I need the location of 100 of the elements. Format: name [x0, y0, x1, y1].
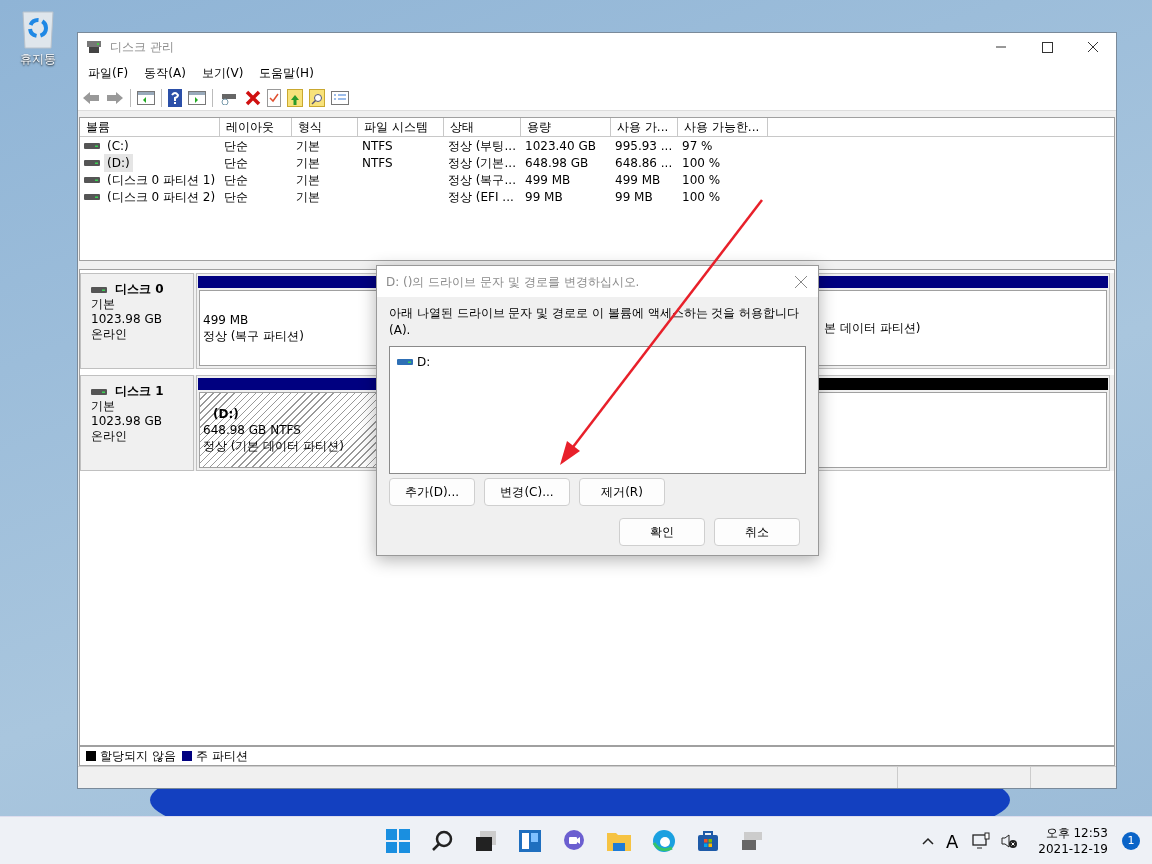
- muted-speaker-icon[interactable]: [1000, 832, 1019, 850]
- folder-icon[interactable]: [606, 830, 632, 852]
- dialog-button[interactable]: 제거(R): [579, 478, 665, 506]
- dialog-button[interactable]: 취소: [714, 518, 800, 546]
- column-header[interactable]: 볼륨: [80, 118, 220, 137]
- menu-item[interactable]: 동작(A): [138, 64, 192, 82]
- partition-block[interactable]: 499 MB 정상 (복구 파티션): [199, 290, 377, 366]
- partition-text: 499 MB: [203, 312, 250, 328]
- column-header[interactable]: 레이아웃: [220, 118, 292, 137]
- legend-label: 할당되지 않음: [100, 748, 176, 765]
- table-cell-text: 100 %: [682, 188, 721, 206]
- checklist-icon[interactable]: [267, 88, 281, 107]
- column-header[interactable]: 상태: [444, 118, 521, 137]
- table-cell-text: 499 MB: [525, 171, 571, 189]
- forward-arrow-icon[interactable]: [106, 90, 124, 105]
- table-cell-text: 100 %: [682, 154, 721, 172]
- clock-date[interactable]: 2021-12-19: [1038, 841, 1108, 857]
- disk-drive-icon: [86, 40, 102, 54]
- input-method-indicator[interactable]: A: [945, 827, 959, 855]
- column-header[interactable]: 사용 가능한...: [678, 118, 768, 137]
- table-cell-text: 995.93 ...: [615, 137, 673, 155]
- partition-text: 정상 (기본 데이터 파티션): [203, 438, 345, 454]
- table-cell-text: 정상 (EFI ...: [448, 188, 514, 206]
- widgets-icon[interactable]: [518, 829, 542, 853]
- help-icon[interactable]: [168, 88, 182, 107]
- back-arrow-icon[interactable]: [82, 90, 100, 105]
- drive-icon: [84, 175, 100, 184]
- legend-label: 주 파티션: [195, 748, 248, 765]
- drive-icon: [91, 387, 107, 396]
- dialog-button[interactable]: 추가(D)...: [389, 478, 475, 506]
- store-icon[interactable]: [696, 829, 720, 853]
- volume-name[interactable]: (디스크 0 파티션 2): [104, 187, 219, 206]
- delete-icon[interactable]: [245, 89, 261, 106]
- table-cell-text: 단순: [224, 154, 248, 172]
- chat-icon[interactable]: [562, 829, 586, 853]
- partition-block[interactable]: (D:) 648.98 GB NTFS 정상 (기본 데이터 파티션): [199, 392, 377, 468]
- column-header[interactable]: 파일 시스템: [358, 118, 444, 137]
- table-cell-text: 499 MB: [615, 171, 661, 189]
- partition-text: 본 데이터 파티션): [824, 320, 922, 336]
- partition-text: 648.98 GB NTFS: [203, 422, 302, 438]
- dialog-title: D: ()의 드라이브 문자 및 경로를 변경하십시오.: [386, 273, 641, 291]
- start-button-icon[interactable]: [386, 829, 410, 853]
- menu-item[interactable]: 보기(V): [195, 64, 250, 82]
- table-cell-text: 648.98 GB: [525, 154, 589, 172]
- column-header[interactable]: 형식: [292, 118, 358, 137]
- drive-icon: [84, 141, 100, 150]
- disk-size: 1023.98 GB: [91, 414, 163, 429]
- menu-item[interactable]: 파일(F): [82, 64, 135, 82]
- path-item[interactable]: D:: [396, 353, 432, 371]
- window-title: 디스크 관리: [110, 39, 174, 56]
- disk-size: 1023.98 GB: [91, 312, 163, 327]
- console-tree-icon[interactable]: [137, 90, 155, 105]
- volume-name[interactable]: (디스크 0 파티션 1): [104, 170, 219, 189]
- column-header[interactable]: 용량: [521, 118, 611, 137]
- table-cell-text: 단순: [224, 171, 248, 189]
- table-cell-text: 1023.40 GB: [525, 137, 596, 155]
- action-pane-icon[interactable]: [188, 90, 206, 105]
- table-cell-text: 100 %: [682, 171, 721, 189]
- table-cell-text: 97 %: [682, 137, 713, 155]
- dialog-button[interactable]: 변경(C)...: [484, 478, 570, 506]
- volume-name[interactable]: (C:): [104, 136, 132, 155]
- up-arrow-folder-icon[interactable]: [287, 88, 303, 107]
- drive-icon: [397, 358, 413, 366]
- task-view-icon[interactable]: [474, 829, 498, 853]
- table-cell-text: 기본: [296, 137, 320, 155]
- disk-status: 온라인: [91, 429, 128, 444]
- disk-type: 기본: [91, 399, 116, 414]
- notification-badge[interactable]: 1: [1122, 832, 1140, 850]
- table-cell-text: 기본: [296, 171, 320, 189]
- partition-text: 정상 (복구 파티션): [203, 328, 305, 344]
- close-icon[interactable]: [794, 274, 808, 289]
- table-cell-text: 정상 (복구...: [448, 171, 516, 189]
- disk-info-panel[interactable]: 디스크 1 기본 1023.98 GB 온라인: [80, 375, 194, 471]
- disk-name: 디스크 1: [115, 384, 164, 399]
- search-icon[interactable]: [430, 829, 454, 853]
- table-cell-text: 99 MB: [525, 188, 563, 206]
- volume-name[interactable]: (D:): [104, 153, 133, 172]
- disk-info-panel[interactable]: 디스크 0 기본 1023.98 GB 온라인: [80, 273, 194, 369]
- dialog-button[interactable]: 확인: [619, 518, 705, 546]
- table-cell-text: 정상 (부팅...: [448, 137, 516, 155]
- table-cell-text: NTFS: [362, 154, 393, 172]
- column-header[interactable]: 사용 가...: [611, 118, 678, 137]
- disk-drive-icon[interactable]: [740, 830, 764, 852]
- drive-icon: [84, 158, 100, 167]
- browser-icon[interactable]: [652, 829, 676, 853]
- properties-icon[interactable]: [331, 90, 349, 105]
- magnifier-folder-icon[interactable]: [309, 88, 325, 107]
- drive-icon: [84, 192, 100, 201]
- table-cell-text: NTFS: [362, 137, 393, 155]
- chevron-up-icon[interactable]: [921, 837, 934, 845]
- network-icon[interactable]: [972, 832, 991, 850]
- disk-name: 디스크 0: [115, 282, 164, 297]
- drive-icon: [91, 285, 107, 294]
- table-cell-text: 단순: [224, 188, 248, 206]
- recycle-bin-icon[interactable]: [20, 8, 56, 50]
- menu-item[interactable]: 도움말(H): [253, 64, 320, 82]
- disk-type: 기본: [91, 297, 116, 312]
- table-cell-text: 정상 (기본...: [448, 154, 516, 172]
- table-cell-text: 648.86 ...: [615, 154, 673, 172]
- clock-time[interactable]: 오후 12:53: [1045, 825, 1108, 841]
